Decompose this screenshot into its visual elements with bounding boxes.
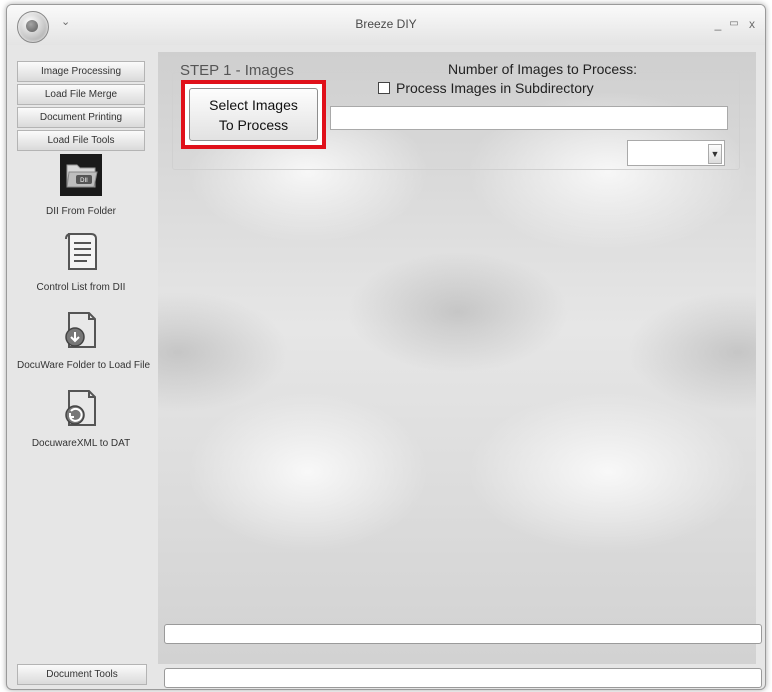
docuware-convert-icon — [65, 390, 96, 426]
number-of-images-label: Number of Images to Process: — [448, 61, 638, 77]
subdirectory-checkbox-row[interactable]: Process Images in Subdirectory — [378, 80, 594, 96]
tool-label: Control List from DII — [36, 282, 126, 293]
sidebar-tab-image-processing[interactable]: Image Processing — [17, 61, 145, 82]
docuware-download-icon — [65, 312, 96, 348]
maximize-button[interactable]: ▭ — [727, 18, 741, 29]
image-path-input[interactable] — [330, 106, 728, 130]
dii-folder-icon-text: DII — [80, 178, 88, 184]
document-list-icon — [65, 233, 97, 270]
tool-control-list[interactable]: Control List from DII — [17, 231, 145, 293]
chevron-down-icon[interactable]: ▼ — [708, 144, 722, 164]
sidebar: Image Processing Load File Merge Documen… — [17, 61, 151, 689]
dii-folder-icon: DII — [60, 154, 102, 196]
tool-label: DocuWare Folder to Load File — [17, 360, 151, 371]
subdirectory-checkbox-label: Process Images in Subdirectory — [396, 80, 594, 96]
sidebar-tab-document-tools[interactable]: Document Tools — [17, 664, 147, 685]
tool-label: DII From Folder — [45, 206, 116, 217]
select-images-highlight: Select Images To Process — [181, 80, 326, 149]
progress-bar — [164, 624, 762, 644]
tool-label: DocuwareXML to DAT — [31, 438, 131, 449]
close-button[interactable]: x — [745, 17, 759, 31]
title-bar: ⌄ Breeze DIY _ ▭ x — [7, 5, 765, 45]
tool-dii-from-folder[interactable]: DII DII From Folder — [17, 153, 145, 217]
sidebar-tab-load-file-merge[interactable]: Load File Merge — [17, 84, 145, 105]
step-label: STEP 1 - Images — [180, 62, 294, 79]
select-images-button-line2: To Process — [218, 117, 289, 133]
minimize-button[interactable]: _ — [711, 17, 725, 31]
status-bar — [164, 668, 762, 688]
select-images-button[interactable]: Select Images To Process — [189, 88, 318, 141]
tool-docuware-xml-to-dat[interactable]: DocuwareXML to DAT — [17, 387, 145, 449]
select-images-button-line1: Select Images — [209, 97, 298, 113]
window-title: Breeze DIY — [355, 17, 417, 31]
sidebar-tab-document-printing[interactable]: Document Printing — [17, 107, 145, 128]
image-count-dropdown[interactable]: ▼ — [627, 140, 725, 166]
tool-docuware-folder-to-load-file[interactable]: DocuWare Folder to Load File — [17, 309, 151, 371]
subdirectory-checkbox[interactable] — [378, 82, 390, 94]
sidebar-tab-load-file-tools[interactable]: Load File Tools — [17, 130, 145, 151]
